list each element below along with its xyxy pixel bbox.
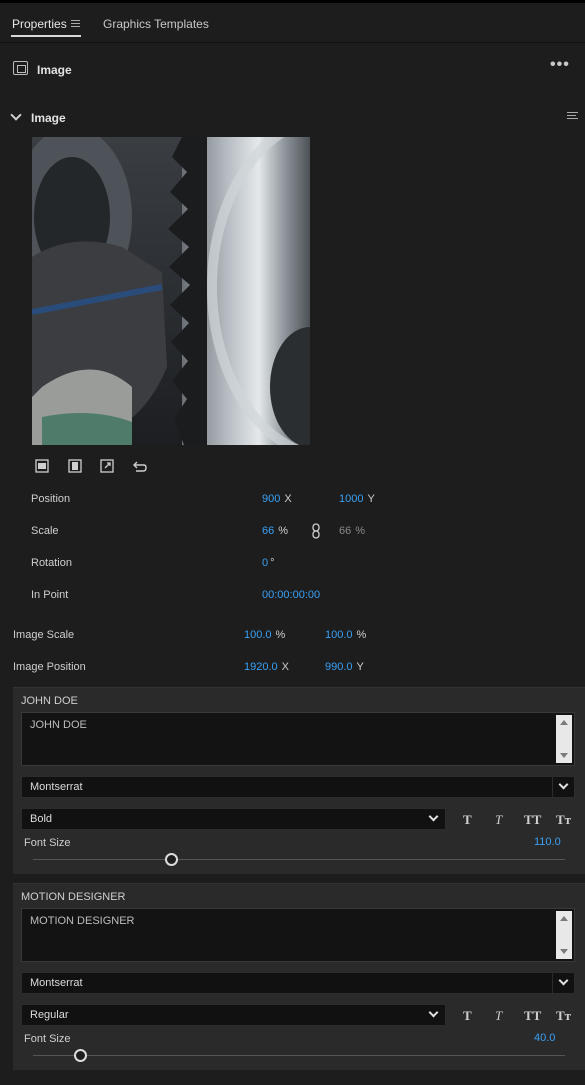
faux-bold-button[interactable]: T <box>463 1008 472 1024</box>
position-x-unit: X <box>284 493 292 505</box>
position-y-value[interactable]: 1000 <box>339 493 363 505</box>
font-size-value[interactable]: 110.0 <box>534 836 561 848</box>
thumbnail-image <box>32 137 310 445</box>
image-position-y-value[interactable]: 990.0 <box>325 661 353 673</box>
image-position-x-value[interactable]: 1920.0 <box>244 661 278 673</box>
panel-tabs: Properties Graphics Templates <box>0 3 585 43</box>
font-size-slider-track[interactable] <box>33 1055 565 1056</box>
image-thumbnail <box>32 137 310 445</box>
font-size-label: Font Size <box>24 837 71 849</box>
reset-icon[interactable] <box>131 458 147 474</box>
image-scale-label: Image Scale <box>13 629 75 641</box>
tab-graphics-templates[interactable]: Graphics Templates <box>103 17 209 31</box>
image-scale-x-unit: % <box>275 629 286 641</box>
rotation-label: Rotation <box>31 557 72 569</box>
more-options-icon[interactable]: ••• <box>550 56 570 74</box>
position-y-unit: Y <box>367 493 375 505</box>
font-size-label: Font Size <box>24 1033 71 1045</box>
layer-title: Image <box>37 63 72 77</box>
text-panel-title: JOHN DOE <box>21 695 78 707</box>
text-panel-john-doe: JOHN DOE JOHN DOE Montserrat Bold T T TT… <box>13 687 585 874</box>
font-style-value: Bold <box>30 813 53 825</box>
fit-frame-icon[interactable] <box>34 458 50 474</box>
font-size-slider-handle[interactable] <box>74 1049 88 1062</box>
section-menu-icon[interactable] <box>567 112 578 119</box>
font-family-dropdown-button[interactable] <box>552 777 574 797</box>
image-position-y-unit: Y <box>356 661 364 673</box>
scale-row: Scale 66% 66% <box>0 523 585 541</box>
small-caps-button[interactable]: Tт <box>556 1008 571 1024</box>
menu-icon[interactable] <box>71 20 80 27</box>
tab-properties[interactable]: Properties <box>12 17 67 31</box>
font-family-value: Montserrat <box>30 977 83 989</box>
image-layer-icon <box>13 61 28 75</box>
all-caps-button[interactable]: TT <box>524 812 541 828</box>
text-field-scrollbar[interactable] <box>556 715 572 763</box>
scale-unit: % <box>278 525 289 537</box>
text-field-value: MOTION DESIGNER <box>30 915 135 927</box>
position-x-value[interactable]: 900 <box>262 493 280 505</box>
text-panel-motion-designer: MOTION DESIGNER MOTION DESIGNER Montserr… <box>13 883 585 1070</box>
rotation-unit: ° <box>270 557 275 569</box>
chevron-down-icon[interactable] <box>10 109 22 121</box>
font-family-value: Montserrat <box>30 781 83 793</box>
font-style-select[interactable]: Regular <box>21 1004 446 1026</box>
font-style-select[interactable]: Bold <box>21 808 446 830</box>
rotation-value[interactable]: 0 <box>262 557 268 569</box>
image-tools <box>34 458 164 476</box>
image-scale-y-value[interactable]: 100.0 <box>325 629 353 641</box>
link-icon[interactable] <box>310 523 322 539</box>
text-field[interactable]: JOHN DOE <box>21 712 575 766</box>
position-row: Position 900 X 1000 Y <box>0 493 585 509</box>
layer-header: Image ••• <box>0 52 585 86</box>
text-field-scrollbar[interactable] <box>556 911 572 959</box>
faux-bold-button[interactable]: T <box>463 812 472 828</box>
image-position-row: Image Position 1920.0 X 990.0 Y <box>0 661 585 677</box>
font-family-dropdown-button[interactable] <box>552 973 574 993</box>
in-point-row: In Point 00:00:00:00 <box>0 589 585 605</box>
image-scale-row: Image Scale 100.0% 100.0% <box>0 629 585 645</box>
image-scale-y-unit: % <box>356 629 367 641</box>
all-caps-button[interactable]: TT <box>524 1008 541 1024</box>
faux-italic-button[interactable]: T <box>495 1008 502 1024</box>
section-title: Image <box>31 111 66 125</box>
image-scale-x-value[interactable]: 100.0 <box>244 629 272 641</box>
in-point-value[interactable]: 00:00:00:00 <box>262 589 320 601</box>
scale-value[interactable]: 66 <box>262 525 274 537</box>
small-caps-button[interactable]: Tт <box>556 812 571 828</box>
font-style-value: Regular <box>30 1009 69 1021</box>
scale-height-unit: % <box>355 525 366 537</box>
font-family-select[interactable]: Montserrat <box>21 776 575 798</box>
text-field[interactable]: MOTION DESIGNER <box>21 908 575 962</box>
position-label: Position <box>31 493 71 505</box>
text-field-value: JOHN DOE <box>30 719 87 731</box>
chevron-down-icon <box>428 1007 439 1018</box>
resize-icon[interactable] <box>99 458 115 474</box>
chevron-down-icon <box>558 779 569 790</box>
font-size-value[interactable]: 40.0 <box>534 1032 555 1044</box>
font-size-slider-handle[interactable] <box>164 853 178 866</box>
rotation-row: Rotation 0 ° <box>0 557 585 573</box>
scale-label: Scale <box>31 525 59 537</box>
image-section-header[interactable]: Image <box>0 106 585 128</box>
font-family-select[interactable]: Montserrat <box>21 972 575 994</box>
fill-frame-icon[interactable] <box>67 458 83 474</box>
text-panel-title: MOTION DESIGNER <box>21 891 126 903</box>
active-tab-indicator <box>11 35 81 37</box>
font-size-slider-track[interactable] <box>33 859 565 860</box>
in-point-label: In Point <box>31 589 69 601</box>
image-position-label: Image Position <box>13 661 86 673</box>
chevron-down-icon <box>558 975 569 986</box>
image-position-x-unit: X <box>281 661 289 673</box>
scale-height-value: 66 <box>339 525 352 537</box>
chevron-down-icon <box>428 811 439 822</box>
faux-italic-button[interactable]: T <box>495 812 502 828</box>
